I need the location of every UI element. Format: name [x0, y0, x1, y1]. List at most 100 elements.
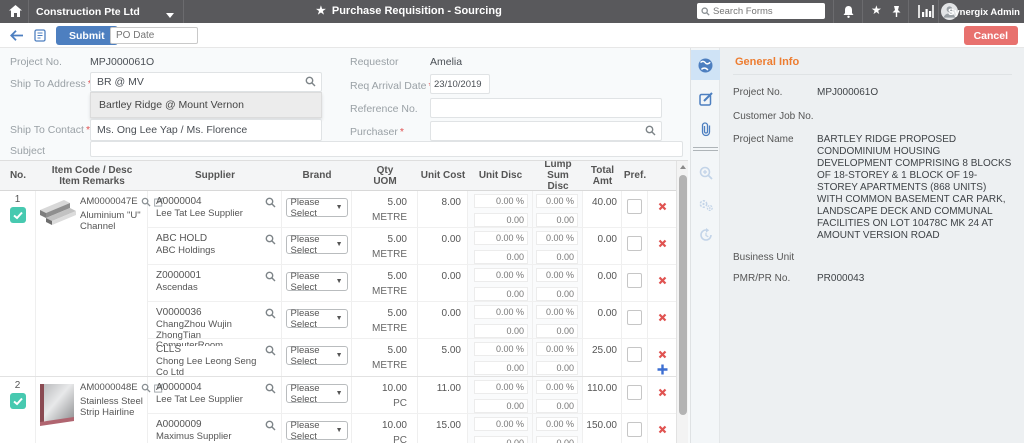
- favorite-star-icon[interactable]: ★: [316, 5, 326, 17]
- attachments-paperclip-icon[interactable]: [691, 114, 720, 144]
- search-icon[interactable]: [645, 125, 656, 139]
- unit-disc-pct-input[interactable]: 0.00 %: [474, 231, 528, 245]
- ship-to-contact-input[interactable]: [90, 119, 322, 141]
- unit-disc-amt-input[interactable]: 0.00: [474, 399, 528, 413]
- delete-row-icon[interactable]: [658, 388, 667, 397]
- unit-disc-pct-input[interactable]: 0.00 %: [474, 194, 528, 208]
- export-document-icon[interactable]: [34, 29, 46, 45]
- unit-disc-amt-input[interactable]: 0.00: [474, 287, 528, 301]
- pref-checkbox[interactable]: [627, 422, 642, 437]
- pref-checkbox[interactable]: [627, 347, 642, 362]
- add-row-icon[interactable]: [657, 364, 668, 375]
- back-arrow-icon[interactable]: [10, 30, 24, 44]
- purchaser-input[interactable]: [430, 121, 662, 141]
- unit-disc-amt-input[interactable]: 0.00: [474, 324, 528, 338]
- brand-select[interactable]: Please Select ▼: [285, 271, 348, 293]
- pin-icon[interactable]: [891, 5, 902, 21]
- notifications-bell-icon[interactable]: [842, 5, 855, 22]
- lump-disc-pct-input[interactable]: 0.00 %: [536, 380, 578, 394]
- search-icon[interactable]: [265, 197, 276, 211]
- unit-disc-pct-input[interactable]: 0.00 %: [474, 417, 528, 431]
- delete-row-icon[interactable]: [658, 350, 667, 359]
- lump-disc-pct-input[interactable]: 0.00 %: [536, 342, 578, 356]
- search-icon[interactable]: [265, 271, 276, 285]
- delete-row-icon[interactable]: [658, 276, 667, 285]
- company-selector[interactable]: Construction Pte Ltd: [36, 6, 140, 18]
- ship-to-address-input[interactable]: [90, 72, 322, 92]
- unit-disc-amt-input[interactable]: 0.00: [474, 436, 528, 443]
- page-title: ★ Purchase Requisition - Sourcing: [316, 5, 502, 17]
- pref-checkbox[interactable]: [627, 236, 642, 251]
- home-icon[interactable]: [9, 5, 22, 20]
- favorites-star-icon[interactable]: ★: [871, 4, 882, 17]
- brand-select[interactable]: Please Select ▼: [285, 308, 348, 330]
- req-arrival-date-input[interactable]: [430, 74, 490, 94]
- search-icon[interactable]: [265, 234, 276, 248]
- search-icon[interactable]: [265, 420, 276, 434]
- brand-select[interactable]: Please Select ▼: [285, 420, 348, 442]
- subject-input[interactable]: [90, 141, 683, 157]
- lump-disc-amt-input[interactable]: 0.00: [536, 250, 578, 264]
- lump-disc-amt-input[interactable]: 0.00: [536, 361, 578, 375]
- search-icon[interactable]: [265, 308, 276, 322]
- delete-row-icon[interactable]: [658, 202, 667, 211]
- delete-row-icon[interactable]: [658, 239, 667, 248]
- chevron-down-icon[interactable]: [166, 9, 174, 21]
- settings-gears-icon[interactable]: [691, 190, 720, 220]
- scroll-up-arrow[interactable]: [677, 161, 688, 173]
- item-code: AM0000047E: [80, 196, 138, 207]
- pref-checkbox[interactable]: [627, 385, 642, 400]
- history-icon[interactable]: [691, 220, 720, 250]
- reference-no-input[interactable]: [430, 98, 662, 118]
- lump-disc-amt-input[interactable]: 0.00: [536, 436, 578, 443]
- pref-checkbox[interactable]: [627, 310, 642, 325]
- search-icon[interactable]: [265, 345, 276, 359]
- item-selected-checkbox[interactable]: [9, 207, 26, 223]
- delete-row-icon[interactable]: [658, 425, 667, 434]
- lump-disc-pct-input[interactable]: 0.00 %: [536, 268, 578, 282]
- lump-disc-pct-input[interactable]: 0.00 %: [536, 417, 578, 431]
- table-scrollbar[interactable]: [676, 161, 688, 443]
- submit-button[interactable]: Submit: [56, 26, 118, 45]
- col-pref: Pref.: [623, 170, 647, 181]
- lump-disc-amt-input[interactable]: 0.00: [536, 287, 578, 301]
- pref-checkbox[interactable]: [627, 273, 642, 288]
- unit-disc-amt-input[interactable]: 0.00: [474, 213, 528, 227]
- action-toolbar: Submit Cancel: [0, 23, 1024, 48]
- general-info-tab-globe-icon[interactable]: [691, 50, 720, 80]
- unit-disc-pct-input[interactable]: 0.00 %: [474, 305, 528, 319]
- dashboard-chart-icon[interactable]: [918, 5, 934, 21]
- panel-row-pmr-pr-no: PMR/PR No. PR000043: [733, 273, 1012, 285]
- zoom-search-icon[interactable]: [691, 158, 720, 188]
- unit-disc-pct-input[interactable]: 0.00 %: [474, 268, 528, 282]
- lump-disc-pct-input[interactable]: 0.00 %: [536, 305, 578, 319]
- lump-disc-pct-input[interactable]: 0.00 %: [536, 231, 578, 245]
- lump-disc-amt-input[interactable]: 0.00: [536, 324, 578, 338]
- search-icon[interactable]: [265, 383, 276, 397]
- user-name[interactable]: Synergix Admin: [948, 7, 1020, 18]
- lump-disc-pct-input[interactable]: 0.00 %: [536, 194, 578, 208]
- search-forms-input[interactable]: [713, 5, 813, 17]
- item-description: Stainless Steel Strip Hairline: [80, 396, 143, 418]
- brand-select[interactable]: Please Select ▼: [285, 197, 348, 219]
- item-selected-checkbox[interactable]: [9, 393, 26, 409]
- lump-disc-amt-input[interactable]: 0.00: [536, 399, 578, 413]
- brand-select[interactable]: Please Select ▼: [285, 345, 348, 367]
- address-suggestion-option[interactable]: Bartley Ridge @ Mount Vernon: [90, 92, 322, 118]
- delete-row-icon[interactable]: [658, 313, 667, 322]
- unit-disc-pct-input[interactable]: 0.00 %: [474, 380, 528, 394]
- item-number: 1: [14, 194, 21, 205]
- scrollbar-thumb[interactable]: [679, 175, 687, 415]
- cancel-button[interactable]: Cancel: [963, 26, 1018, 45]
- unit-disc-amt-input[interactable]: 0.00: [474, 250, 528, 264]
- search-icon[interactable]: [305, 76, 316, 90]
- brand-select[interactable]: Please Select ▼: [285, 234, 348, 256]
- brand-select[interactable]: Please Select ▼: [285, 383, 348, 405]
- unit-disc-amt-input[interactable]: 0.00: [474, 361, 528, 375]
- unit-disc-pct-input[interactable]: 0.00 %: [474, 342, 528, 356]
- lump-disc-amt-input[interactable]: 0.00: [536, 213, 578, 227]
- supplier-row: Z0000001 Ascendas Please Select ▼ 5.00 METR…: [148, 265, 676, 302]
- po-date-input[interactable]: [110, 27, 198, 44]
- pref-checkbox[interactable]: [627, 199, 642, 214]
- edit-notes-icon[interactable]: [691, 84, 720, 114]
